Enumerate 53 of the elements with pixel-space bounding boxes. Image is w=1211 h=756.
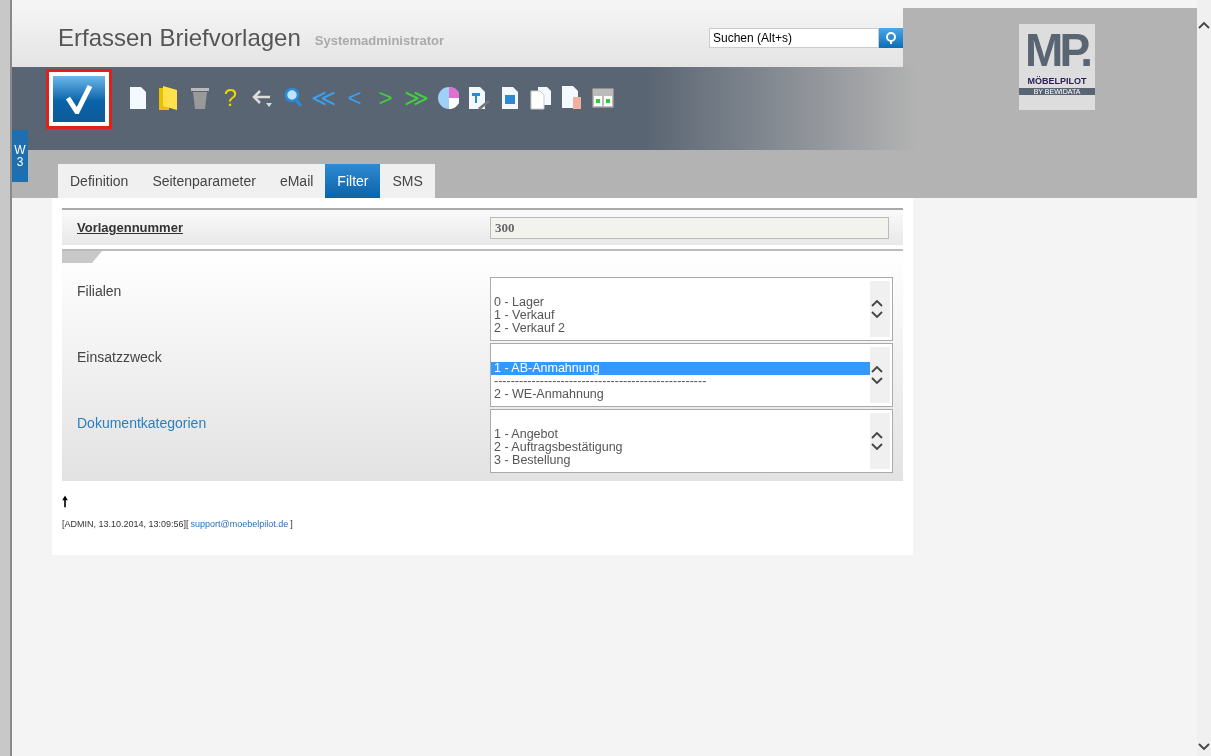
list-item[interactable]: 1 - Angebot: [491, 428, 870, 441]
list-item[interactable]: 3 - Bestellung: [491, 454, 870, 467]
tab[interactable]: Seitenparameter: [140, 164, 268, 198]
list-box[interactable]: 0 - Lager 1 - Verkauf 2 - Verkauf 2: [490, 277, 893, 341]
scroll-up-icon[interactable]: [1197, 20, 1211, 30]
back-to-top-link[interactable]: 🠕: [62, 491, 903, 515]
logo-mark: MP.: [1025, 24, 1089, 76]
tab[interactable]: SMS: [380, 164, 435, 198]
delete-button[interactable]: [188, 85, 211, 112]
collapse-toggle[interactable]: [62, 251, 102, 263]
scroll-down-icon[interactable]: [870, 376, 884, 386]
page-title: Erfassen Briefvorlagen: [58, 23, 301, 52]
list-item[interactable]: 0 - Lager: [491, 296, 870, 309]
field-label: Vorlagennummer: [77, 220, 184, 235]
side-tab[interactable]: W 3: [12, 130, 28, 182]
search-button[interactable]: [879, 27, 903, 48]
checkmark-icon: [65, 84, 93, 115]
document-hand-button[interactable]: [560, 85, 583, 112]
scroll-up-icon[interactable]: [870, 430, 884, 440]
search-icon: [885, 31, 897, 44]
number-field[interactable]: 300: [490, 216, 889, 239]
tab[interactable]: Filter: [325, 164, 381, 198]
folder-button[interactable]: [157, 85, 180, 112]
field-label: Einsatzzweck: [76, 349, 163, 365]
field-label: Filialen: [76, 283, 123, 299]
columns-button[interactable]: [591, 85, 614, 112]
tab[interactable]: eMail: [267, 164, 326, 198]
list-item[interactable]: 2 - WE-Anmahnung: [491, 388, 870, 401]
scroll-down-icon[interactable]: [1197, 742, 1211, 752]
list-item[interactable]: 2 - Verkauf 2: [491, 322, 870, 335]
logo-name: MÖBELPILOT: [1027, 76, 1087, 86]
scroll-down-icon[interactable]: [870, 442, 884, 452]
list-item[interactable]: 2 - Auftragsbestätigung: [491, 441, 870, 454]
email-link[interactable]: support@moebelpilot.de: [190, 519, 289, 530]
list-item[interactable]: 1 - Verkauf: [491, 309, 870, 322]
scroll-up-icon[interactable]: [870, 298, 884, 308]
scroll-up-icon[interactable]: [870, 364, 884, 374]
list-item[interactable]: ---------------------------------------------------: [491, 375, 870, 388]
copy-button[interactable]: [529, 85, 552, 112]
list-box[interactable]: 1 - AB-Anmahnung --------------------------------------------------- 2 - WE-Anmahnung: [490, 343, 893, 407]
user-name: Systemadministrator: [314, 33, 445, 49]
toolbar-button[interactable]: ?: [219, 85, 242, 112]
field-link[interactable]: Dokumentkategorien: [62, 415, 490, 431]
page-scrollbar[interactable]: [1197, 0, 1211, 756]
edit-document-button[interactable]: [467, 85, 490, 112]
tab[interactable]: Definition: [58, 164, 141, 198]
list-box[interactable]: 1 - Angebot 2 - Auftragsbestätigung 3 - Bestellung: [490, 409, 893, 473]
pie-chart-button[interactable]: [436, 85, 459, 112]
search-field[interactable]: Suchen (Alt+s): [709, 27, 879, 48]
bracket-text: ]: [290, 519, 293, 530]
confirm-button[interactable]: [46, 69, 112, 130]
footer-info: [ADMIN, 13.10.2014, 13:09:56][: [62, 519, 189, 530]
scroll-down-icon[interactable]: [870, 310, 884, 320]
